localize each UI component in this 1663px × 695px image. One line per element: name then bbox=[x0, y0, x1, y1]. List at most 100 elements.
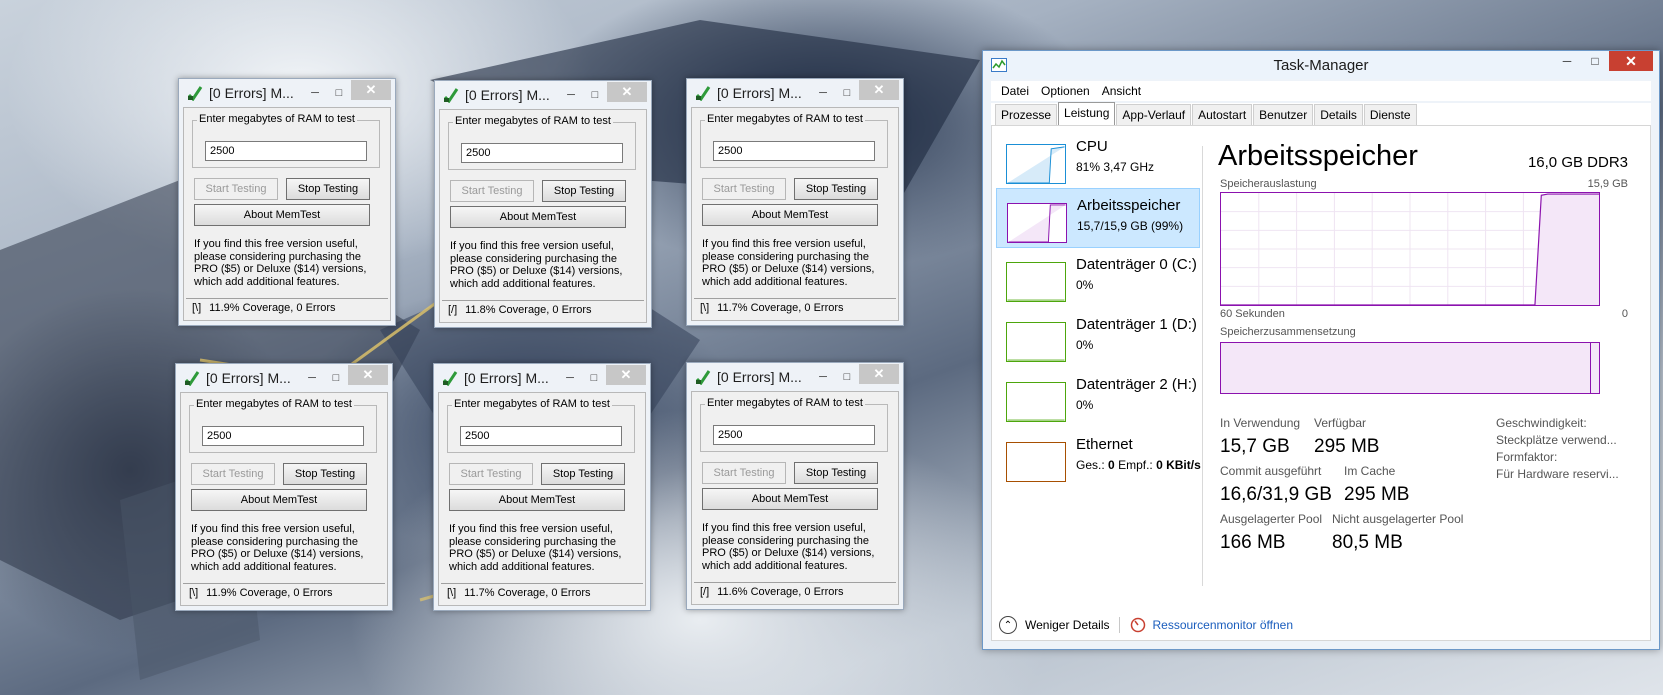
tab-autostart[interactable]: Autostart bbox=[1192, 104, 1253, 125]
coverage-status: 11.7% Coverage, 0 Errors bbox=[464, 587, 591, 599]
info-text: If you find this free version useful, pl… bbox=[449, 523, 622, 573]
sidebar-divider bbox=[1202, 146, 1203, 586]
sidebar-item-disk-d[interactable]: Datenträger 1 (D:) 0% bbox=[996, 308, 1200, 368]
task-manager-window[interactable]: Task-Manager ─ □ ✕ Datei Optionen Ansich… bbox=[982, 50, 1660, 650]
maximize-button[interactable]: □ bbox=[324, 368, 348, 388]
start-testing-button[interactable]: Start Testing bbox=[191, 463, 275, 485]
sidebar-item-ethernet[interactable]: Ethernet Ges.: 0 Empf.: 0 KBit/s bbox=[996, 428, 1201, 488]
minimize-button[interactable]: ─ bbox=[811, 367, 835, 387]
usage-graph-label: Speicherauslastung bbox=[1220, 178, 1317, 190]
stop-testing-button[interactable]: Stop Testing bbox=[794, 462, 878, 484]
ethernet-sent-label: Ges.: bbox=[1076, 458, 1105, 472]
minimize-button[interactable]: ─ bbox=[558, 368, 582, 388]
close-button[interactable]: ✕ bbox=[859, 364, 899, 384]
title-bar[interactable]: [0 Errors] M... ─ □ ✕ bbox=[687, 79, 903, 107]
title-bar[interactable]: Task-Manager ─ □ ✕ bbox=[983, 51, 1659, 79]
minimize-button[interactable]: ─ bbox=[303, 83, 327, 103]
title-bar[interactable]: [0 Errors] M... ─ □ ✕ bbox=[435, 81, 651, 109]
fewer-details-button[interactable]: Weniger Details bbox=[1025, 618, 1109, 632]
menu-optionen[interactable]: Optionen bbox=[1035, 84, 1096, 98]
ram-group-label: Enter megabytes of RAM to test bbox=[452, 398, 612, 410]
tab-details[interactable]: Details bbox=[1314, 104, 1363, 125]
sidebar-item-value: 0% bbox=[1076, 278, 1094, 292]
about-memtest-button[interactable]: About MemTest bbox=[702, 488, 878, 510]
memtest-window[interactable]: [0 Errors] M... ─ □ ✕ Enter megabytes of… bbox=[178, 78, 396, 326]
progress-spinner: [/] bbox=[448, 304, 458, 316]
ram-megabytes-input[interactable] bbox=[202, 426, 364, 446]
ram-megabytes-input[interactable] bbox=[713, 425, 875, 445]
title-bar[interactable]: [0 Errors] M... ─ □ ✕ bbox=[434, 364, 650, 392]
tab-app-verlauf[interactable]: App-Verlauf bbox=[1116, 104, 1192, 125]
about-memtest-button[interactable]: About MemTest bbox=[194, 204, 370, 226]
resource-monitor-link[interactable]: Ressourcenmonitor öffnen bbox=[1152, 618, 1293, 632]
form-factor-label: Formfaktor: bbox=[1496, 450, 1558, 464]
window-client: Enter megabytes of RAM to test Start Tes… bbox=[439, 109, 647, 323]
composition-in-use bbox=[1221, 343, 1592, 393]
close-button[interactable]: ✕ bbox=[859, 80, 899, 100]
ram-megabytes-input[interactable] bbox=[713, 141, 875, 161]
sidebar-item-value: Ges.: 0 Empf.: 0 KBit/s bbox=[1076, 458, 1201, 472]
stop-testing-button[interactable]: Stop Testing bbox=[283, 463, 367, 485]
hardware-reserved-label: Für Hardware reservi... bbox=[1496, 467, 1619, 481]
stop-testing-button[interactable]: Stop Testing bbox=[794, 178, 878, 200]
page-title: Arbeitsspeicher bbox=[1218, 140, 1418, 172]
start-testing-button[interactable]: Start Testing bbox=[702, 462, 786, 484]
memtest-window[interactable]: [0 Errors] M... ─ □ ✕ Enter megabytes of… bbox=[686, 362, 904, 610]
ram-megabytes-input[interactable] bbox=[205, 141, 367, 161]
tab-prozesse[interactable]: Prozesse bbox=[995, 104, 1058, 125]
title-bar[interactable]: [0 Errors] M... ─ □ ✕ bbox=[176, 364, 392, 392]
about-memtest-button[interactable]: About MemTest bbox=[191, 489, 367, 511]
start-testing-button[interactable]: Start Testing bbox=[702, 178, 786, 200]
about-memtest-button[interactable]: About MemTest bbox=[702, 204, 878, 226]
start-testing-button[interactable]: Start Testing bbox=[449, 463, 533, 485]
sidebar-item-disk-c[interactable]: Datenträger 0 (C:) 0% bbox=[996, 248, 1200, 308]
close-button[interactable]: ✕ bbox=[351, 80, 391, 100]
tab-leistung[interactable]: Leistung bbox=[1058, 102, 1116, 125]
menu-ansicht[interactable]: Ansicht bbox=[1096, 84, 1147, 98]
ram-groupbox: Enter megabytes of RAM to test bbox=[700, 113, 888, 168]
memtest-window[interactable]: [0 Errors] M... ─ □ ✕ Enter megabytes of… bbox=[686, 78, 904, 326]
sidebar-item-disk-h[interactable]: Datenträger 2 (H:) 0% bbox=[996, 368, 1200, 428]
maximize-button[interactable]: □ bbox=[1581, 51, 1609, 71]
stat-label: Ausgelagerter Pool bbox=[1220, 512, 1323, 526]
stop-testing-button[interactable]: Stop Testing bbox=[542, 180, 626, 202]
maximize-button[interactable]: □ bbox=[583, 85, 607, 105]
start-testing-button[interactable]: Start Testing bbox=[194, 178, 278, 200]
stop-testing-button[interactable]: Stop Testing bbox=[286, 178, 370, 200]
close-button[interactable]: ✕ bbox=[348, 365, 388, 385]
sidebar-item-cpu[interactable]: CPU 81% 3,47 GHz bbox=[996, 130, 1200, 190]
stop-testing-button[interactable]: Stop Testing bbox=[541, 463, 625, 485]
minimize-button[interactable]: ─ bbox=[1553, 51, 1581, 71]
memtest-window[interactable]: [0 Errors] M... ─ □ ✕ Enter megabytes of… bbox=[433, 363, 651, 611]
sidebar-item-arbeitsspeicher[interactable]: Arbeitsspeicher 15,7/15,9 GB (99%) bbox=[996, 188, 1200, 248]
maximize-button[interactable]: □ bbox=[327, 83, 351, 103]
memtest-window[interactable]: [0 Errors] M... ─ □ ✕ Enter megabytes of… bbox=[175, 363, 393, 611]
memory-composition-bar bbox=[1220, 342, 1600, 394]
start-testing-button[interactable]: Start Testing bbox=[450, 180, 534, 202]
about-memtest-button[interactable]: About MemTest bbox=[450, 206, 626, 228]
memtest-window[interactable]: [0 Errors] M... ─ □ ✕ Enter megabytes of… bbox=[434, 80, 652, 328]
minimize-button[interactable]: ─ bbox=[559, 85, 583, 105]
ram-megabytes-input[interactable] bbox=[460, 426, 622, 446]
maximize-button[interactable]: □ bbox=[835, 83, 859, 103]
sidebar-item-value: 0% bbox=[1076, 338, 1094, 352]
stat-label: Im Cache bbox=[1344, 464, 1396, 478]
ram-megabytes-input[interactable] bbox=[461, 143, 623, 163]
menu-datei[interactable]: Datei bbox=[995, 84, 1035, 98]
maximize-button[interactable]: □ bbox=[835, 367, 859, 387]
close-button[interactable]: ✕ bbox=[1609, 51, 1653, 71]
chevron-up-icon[interactable]: ⌃ bbox=[999, 616, 1017, 634]
minimize-button[interactable]: ─ bbox=[300, 368, 324, 388]
maximize-button[interactable]: □ bbox=[582, 368, 606, 388]
graph-time-end: 0 bbox=[1621, 308, 1628, 320]
tab-dienste[interactable]: Dienste bbox=[1363, 104, 1417, 125]
minimize-button[interactable]: ─ bbox=[811, 83, 835, 103]
title-bar[interactable]: [0 Errors] M... ─ □ ✕ bbox=[687, 363, 903, 391]
window-client: Enter megabytes of RAM to test Start Tes… bbox=[691, 391, 899, 605]
tab-benutzer[interactable]: Benutzer bbox=[1253, 104, 1314, 125]
close-button[interactable]: ✕ bbox=[606, 365, 646, 385]
title-bar[interactable]: [0 Errors] M... ─ □ ✕ bbox=[179, 79, 395, 107]
sidebar-item-label: Arbeitsspeicher bbox=[1077, 197, 1181, 214]
about-memtest-button[interactable]: About MemTest bbox=[449, 489, 625, 511]
close-button[interactable]: ✕ bbox=[607, 82, 647, 102]
